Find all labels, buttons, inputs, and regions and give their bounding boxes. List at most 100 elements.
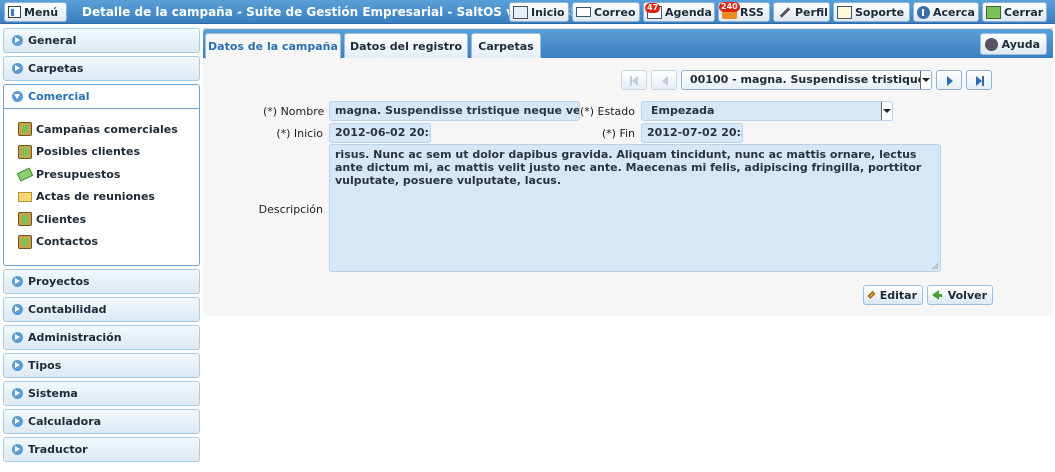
rss-badge: 240 [719,1,740,12]
mail-icon [576,7,591,17]
help-button[interactable]: Ayuda [979,33,1047,55]
resize-handle-icon[interactable] [932,263,938,269]
calendar-icon: 47 [645,2,662,19]
expand-arrow-icon [12,276,23,287]
menu-label: Menú [24,5,59,19]
fin-field[interactable]: 2012-07-02 20:55: [641,123,743,143]
previous-icon [662,76,668,86]
agenda-button[interactable]: 47 Agenda [643,2,715,22]
soporte-button[interactable]: Soporte [833,2,910,22]
sidebar-item-label: Posibles clientes [36,145,141,159]
expand-arrow-icon [12,63,23,74]
section-label: Administración [28,331,122,344]
acerca-button[interactable]: Acerca [913,2,979,22]
envelope-icon [18,191,32,202]
perfil-button[interactable]: Perfil [773,2,830,22]
first-record-button[interactable] [621,70,647,90]
last-record-button[interactable] [966,70,992,90]
first-arrow-icon [632,76,638,86]
collapse-arrow-icon [12,91,23,102]
section-label: Traductor [28,443,88,456]
sidebar-item-actas[interactable]: Actas de reuniones [4,186,199,209]
menu-icon [8,6,21,18]
sidebar-item-campanas[interactable]: Campañas comerciales [4,118,199,141]
sidebar-item-label: Contactos [36,235,99,249]
previous-record-button[interactable] [651,70,677,90]
cerrar-label: Cerrar [1004,5,1044,19]
nombre-label: (*) Nombre [263,105,325,118]
back-arrow-icon [932,290,939,300]
comercial-submenu: Campañas comerciales Posibles clientes P… [3,109,200,266]
rss-label: RSS [740,5,764,19]
sidebar-section-sistema[interactable]: Sistema [3,381,200,406]
inicio-button[interactable]: Inicio [509,2,569,22]
expand-arrow-icon [12,444,23,455]
sidebar-section-general[interactable]: General [3,28,200,53]
sidebar-section-calculadora[interactable]: Calculadora [3,409,200,434]
sidebar-item-posibles-clientes[interactable]: Posibles clientes [4,141,199,164]
exit-icon [986,5,1001,19]
home-icon [513,5,528,19]
chevron-down-icon [881,102,892,120]
sidebar-section-comercial[interactable]: Comercial [3,84,200,109]
next-icon [947,76,953,86]
top-bar: Menú Detalle de la campaña - Suite de Ge… [0,0,1055,24]
section-label: Calculadora [28,415,102,428]
chevron-down-icon [920,71,931,89]
section-label: Carpetas [28,62,84,75]
tab-bar: Datos de la campaña Datos del registro C… [203,29,1053,59]
sidebar-section-proyectos[interactable]: Proyectos [3,269,200,294]
wrench-icon [777,6,792,19]
expand-arrow-icon [12,416,23,427]
expand-arrow-icon [12,304,23,315]
info-icon [917,5,930,19]
descripcion-textarea[interactable]: risus. Nunc ac sem ut dolor dapibus grav… [329,144,941,272]
expand-arrow-icon [12,35,23,46]
sidebar-item-presupuestos[interactable]: Presupuestos [4,163,199,186]
sidebar-item-clientes[interactable]: Clientes [4,208,199,231]
agenda-label: Agenda [665,5,712,19]
rss-button[interactable]: 240 RSS [718,1,770,22]
sidebar-item-label: Actas de reuniones [36,190,155,204]
soporte-label: Soporte [855,5,905,19]
sidebar-section-administracion[interactable]: Administración [3,325,200,350]
sidebar-section-carpetas[interactable]: Carpetas [3,56,200,81]
record-select[interactable]: 00100 - magna. Suspendisse tristique ne [681,70,932,90]
book-icon [18,212,32,227]
sidebar-item-label: Clientes [36,212,87,226]
sidebar-section-tipos[interactable]: Tipos [3,353,200,378]
sidebar-item-contactos[interactable]: Contactos [4,231,199,254]
tab-carpetas[interactable]: Carpetas [471,33,541,58]
correo-button[interactable]: Correo [572,2,640,22]
correo-label: Correo [594,5,636,19]
fin-label: (*) Fin [601,127,635,140]
editar-button[interactable]: Editar [863,285,923,305]
window-title: Detalle de la campaña - Suite de Gestión… [82,5,579,19]
tab-datos-campana[interactable]: Datos de la campaña [205,33,341,59]
tab-datos-registro[interactable]: Datos del registro [344,33,468,58]
acerca-label: Acerca [933,5,975,19]
next-record-button[interactable] [936,70,962,90]
book-icon [18,122,32,137]
main-panel: Datos de la campaña Datos del registro C… [203,28,1053,316]
nombre-field[interactable]: magna. Suspendisse tristique neque venen [329,101,580,121]
book-icon [18,234,32,249]
section-label: Proyectos [28,275,90,288]
estado-select[interactable]: Empezada [641,101,893,121]
sidebar-item-label: Campañas comerciales [36,122,178,136]
help-icon [984,37,998,51]
sidebar-section-traductor[interactable]: Traductor [3,437,200,462]
expand-arrow-icon [12,360,23,371]
sidebar-section-contabilidad[interactable]: Contabilidad [3,297,200,322]
cerrar-button[interactable]: Cerrar [982,2,1047,22]
section-label: Contabilidad [28,303,107,316]
volver-button[interactable]: Volver [927,285,993,305]
section-label: Comercial [28,90,90,103]
inicio-field[interactable]: 2012-06-02 20:55: [329,123,431,143]
sidebar-item-label: Presupuestos [36,167,121,181]
menu-button[interactable]: Menú [4,2,67,22]
rss-icon: 240 [719,1,740,19]
agenda-badge: 47 [645,2,661,13]
inicio-label: Inicio [531,5,565,19]
sidebar: General Carpetas Comercial Campañas come… [3,28,200,465]
